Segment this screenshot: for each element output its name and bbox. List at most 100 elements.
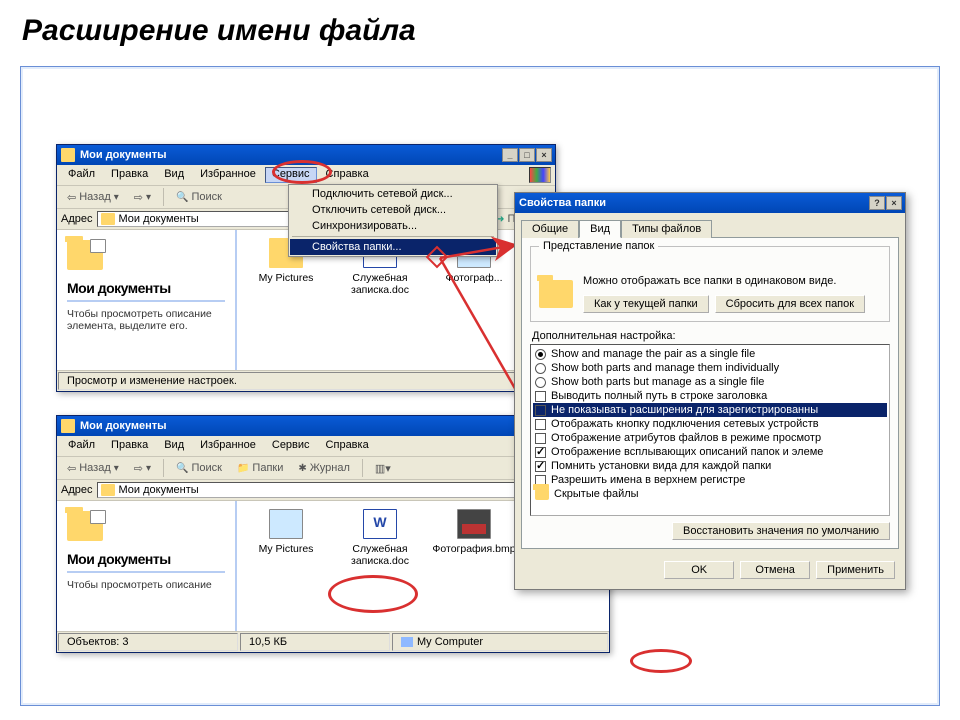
folder-icon — [101, 213, 115, 225]
side-panel: Мои документы Чтобы просмотреть описание — [57, 501, 237, 631]
tab-strip: Общие Вид Типы файлов — [515, 213, 905, 237]
tree-row-label: Show both parts and manage them individu… — [551, 362, 779, 374]
tree-row[interactable]: Разрешить имена в верхнем регистре — [533, 473, 887, 487]
search-icon — [176, 462, 188, 474]
tree-row-hide-extensions[interactable]: Не показывать расширения для зарегистрир… — [533, 403, 887, 417]
menu-view[interactable]: Вид — [157, 167, 191, 183]
menu-edit[interactable]: Правка — [104, 167, 155, 183]
tree-row-label: Отображение атрибутов файлов в режиме пр… — [551, 432, 821, 444]
folder-icon — [539, 280, 573, 308]
slide-title: Расширение имени файла — [0, 0, 960, 56]
like-current-button[interactable]: Как у текущей папки — [583, 295, 709, 313]
menu-folder-options[interactable]: Свойства папки... — [290, 239, 496, 255]
folder-icon — [61, 419, 75, 433]
address-label: Адрес — [61, 213, 93, 225]
tree-row[interactable]: Show both parts but manage as a single f… — [533, 375, 887, 389]
tab-general[interactable]: Общие — [521, 220, 579, 238]
folder-icon — [67, 240, 103, 270]
restore-defaults-button[interactable]: Восстановить значения по умолчанию — [672, 522, 890, 540]
journal-label: Журнал — [310, 462, 350, 474]
maximize-button[interactable]: □ — [519, 148, 535, 162]
menu-map-network-drive[interactable]: Подключить сетевой диск... — [290, 186, 496, 202]
radio-icon — [535, 363, 546, 374]
back-button[interactable]: ⇦ Назад ▾ — [61, 189, 125, 206]
doc-icon — [363, 509, 397, 539]
tab-view[interactable]: Вид — [579, 220, 621, 238]
views-button[interactable]: ▥▾ — [369, 460, 397, 477]
search-button[interactable]: Поиск — [170, 189, 228, 205]
file-item[interactable]: Фотография.bmp — [429, 509, 519, 623]
close-button[interactable]: × — [536, 148, 552, 162]
checkbox-icon — [535, 419, 546, 430]
tree-row[interactable]: Помнить установки вида для каждой папки — [533, 459, 887, 473]
folder-title: Мои документы — [67, 551, 225, 573]
bmp-icon — [457, 509, 491, 539]
tree-row-label: Выводить полный путь в строке заголовка — [551, 390, 767, 402]
explorer-top-window: Мои документы _ □ × Файл Правка Вид Избр… — [56, 144, 556, 392]
side-hint: Чтобы просмотреть описание элемента, выд… — [67, 308, 225, 332]
close-button[interactable]: × — [886, 196, 902, 210]
window-title: Мои документы — [80, 420, 167, 432]
side-hint: Чтобы просмотреть описание — [67, 579, 225, 591]
file-item[interactable]: Служебная записка.doc — [335, 509, 425, 623]
ok-button[interactable]: OK — [664, 561, 734, 579]
menu-help[interactable]: Справка — [319, 167, 376, 183]
menu-file[interactable]: Файл — [61, 438, 102, 454]
menu-edit[interactable]: Правка — [104, 438, 155, 454]
folder-options-dialog: Свойства папки ? × Общие Вид Типы файлов… — [514, 192, 906, 590]
back-button[interactable]: ⇦ Назад ▾ — [61, 460, 125, 477]
status-bar: Объектов: 3 10,5 КБ My Computer — [57, 631, 609, 652]
explorer-top-titlebar[interactable]: Мои документы _ □ × — [57, 145, 555, 165]
tree-row[interactable]: Отображение атрибутов файлов в режиме пр… — [533, 431, 887, 445]
checkbox-icon — [535, 405, 546, 416]
tree-row[interactable]: Show and manage the pair as a single fil… — [533, 347, 887, 361]
help-button[interactable]: ? — [869, 196, 885, 210]
file-item[interactable]: My Pictures — [241, 509, 331, 623]
tab-filetypes[interactable]: Типы файлов — [621, 220, 712, 238]
journal-button[interactable]: Журнал — [292, 460, 356, 476]
checkbox-icon — [535, 391, 546, 402]
advanced-settings-tree[interactable]: Show and manage the pair as a single fil… — [530, 344, 890, 516]
menu-file[interactable]: Файл — [61, 167, 102, 183]
menu-disconnect-network-drive[interactable]: Отключить сетевой диск... — [290, 202, 496, 218]
menu-favorites[interactable]: Избранное — [193, 167, 263, 183]
menu-favorites[interactable]: Избранное — [193, 438, 263, 454]
tree-row-label: Отображать кнопку подключения сетевых ус… — [551, 418, 819, 430]
file-label: My Pictures — [241, 543, 331, 555]
menu-view[interactable]: Вид — [157, 438, 191, 454]
search-label: Поиск — [191, 462, 221, 474]
menu-service[interactable]: Сервис — [265, 167, 317, 183]
search-button[interactable]: Поиск — [170, 460, 228, 476]
tree-row[interactable]: Скрытые файлы — [533, 487, 887, 501]
tree-row[interactable]: Отображение всплывающих описаний папок и… — [533, 445, 887, 459]
checkbox-icon — [535, 447, 546, 458]
tree-row[interactable]: Выводить полный путь в строке заголовка — [533, 389, 887, 403]
dialog-titlebar[interactable]: Свойства папки ? × — [515, 193, 905, 213]
menu-synchronize[interactable]: Синхронизировать... — [290, 218, 496, 234]
status-location-label: My Computer — [417, 636, 483, 648]
status-text: Просмотр и изменение настроек. — [58, 372, 554, 390]
image-folder-icon — [269, 509, 303, 539]
minimize-button[interactable]: _ — [502, 148, 518, 162]
folder-icon — [535, 489, 549, 500]
forward-button[interactable]: ⇨ ▾ — [128, 189, 157, 206]
folders-label: Папки — [252, 462, 283, 474]
tree-row[interactable]: Show both parts and manage them individu… — [533, 361, 887, 375]
back-label: Назад — [79, 462, 111, 474]
tree-row-label: Не показывать расширения для зарегистрир… — [551, 404, 818, 416]
forward-button[interactable]: ⇨ ▾ — [128, 460, 157, 477]
tree-row[interactable]: Отображать кнопку подключения сетевых ус… — [533, 417, 887, 431]
menu-service[interactable]: Сервис — [265, 438, 317, 454]
cancel-button[interactable]: Отмена — [740, 561, 810, 579]
status-location: My Computer — [392, 633, 608, 651]
address-field[interactable]: Мои документы — [97, 482, 534, 498]
apply-button[interactable]: Применить — [816, 561, 895, 579]
menu-help[interactable]: Справка — [319, 438, 376, 454]
reset-all-button[interactable]: Сбросить для всех папок — [715, 295, 865, 313]
group-legend: Представление папок — [539, 240, 658, 252]
folders-button[interactable]: Папки — [231, 460, 289, 476]
folder-icon — [101, 484, 115, 496]
tree-row-label: Скрытые файлы — [554, 488, 639, 500]
file-label: My Pictures — [241, 272, 331, 284]
file-label: Фотограф... — [429, 272, 519, 284]
